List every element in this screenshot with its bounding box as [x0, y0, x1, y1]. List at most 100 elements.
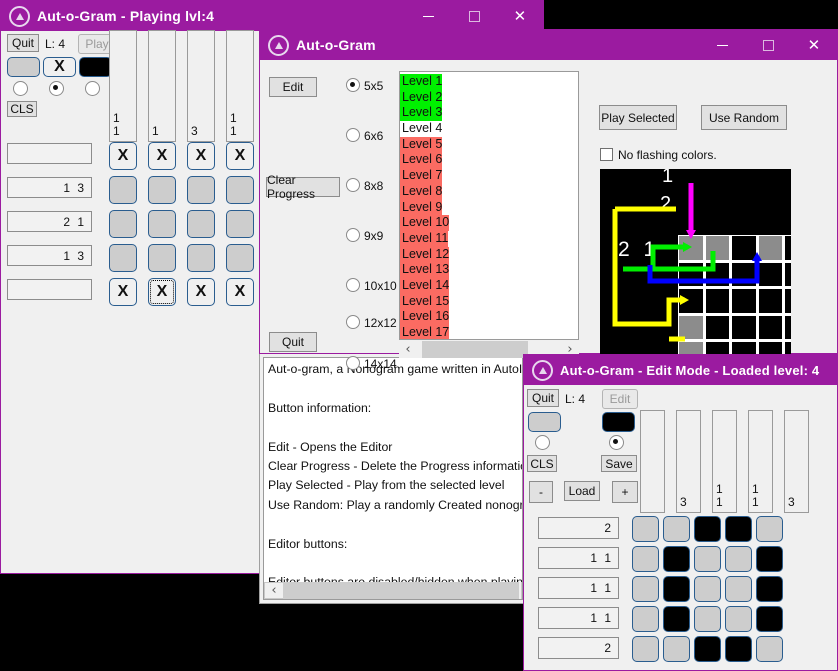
minus-button[interactable]: -: [529, 481, 553, 503]
scroll-left-icon[interactable]: ‹: [399, 342, 417, 357]
row-clue-input-1[interactable]: 1 1: [538, 547, 619, 569]
minimize-button[interactable]: [699, 30, 745, 60]
grid-cell-0-0[interactable]: [632, 516, 659, 542]
row-clue-input-3[interactable]: 1 3: [7, 245, 92, 266]
scroll-left-icon[interactable]: ‹: [265, 583, 283, 598]
help-scroll-thumb[interactable]: [283, 582, 519, 599]
cls-button[interactable]: CLS: [7, 101, 37, 117]
row-clue-input-0[interactable]: 2: [538, 517, 619, 539]
close-button[interactable]: ✕: [791, 30, 837, 60]
size-radio-14x14[interactable]: [346, 356, 360, 370]
titlebar-playing[interactable]: Aut-o-Gram - Playing lvl:4 ✕: [1, 1, 543, 31]
row-clue-input-2[interactable]: 1 1: [538, 577, 619, 599]
size-radio-10x10[interactable]: [346, 278, 360, 292]
grid-cell-3-0[interactable]: [109, 244, 137, 272]
grid-cell-0-3[interactable]: X: [226, 142, 254, 170]
x-swatch[interactable]: X: [43, 57, 76, 77]
grid-cell-4-4[interactable]: [756, 636, 783, 662]
grid-cell-4-1[interactable]: X: [148, 278, 176, 306]
grid-cell-2-2[interactable]: [187, 210, 215, 238]
grid-cell-0-2[interactable]: X: [187, 142, 215, 170]
black-swatch[interactable]: [79, 57, 112, 77]
grid-cell-3-4[interactable]: [756, 606, 783, 632]
grid-cell-0-3[interactable]: [725, 516, 752, 542]
grid-cell-1-1[interactable]: [148, 176, 176, 204]
row-clue-input-4[interactable]: 2: [538, 637, 619, 659]
play-selected-button[interactable]: Play Selected: [599, 105, 677, 130]
grid-cell-2-3[interactable]: [725, 576, 752, 602]
size-radio-12x12[interactable]: [346, 315, 360, 329]
grid-cell-1-3[interactable]: [226, 176, 254, 204]
grid-cell-3-1[interactable]: [148, 244, 176, 272]
draw-mode-radio-1[interactable]: [609, 435, 624, 450]
grid-cell-2-4[interactable]: [756, 576, 783, 602]
minimize-button[interactable]: [405, 1, 451, 31]
load-button[interactable]: Load: [564, 481, 600, 501]
grid-cell-4-1[interactable]: [663, 636, 690, 662]
plus-button[interactable]: +: [612, 481, 638, 503]
black-swatch[interactable]: [602, 412, 635, 432]
grid-cell-4-3[interactable]: [725, 636, 752, 662]
row-clue-input-4[interactable]: [7, 279, 92, 300]
titlebar-main[interactable]: Aut-o-Gram ✕: [260, 30, 837, 60]
grid-cell-1-0[interactable]: [632, 546, 659, 572]
grid-cell-3-1[interactable]: [663, 606, 690, 632]
grid-cell-0-4[interactable]: [756, 516, 783, 542]
level-listbox[interactable]: Level 1 Level 2 Level 3 Level 4 Level 5 Level…: [399, 71, 579, 340]
draw-mode-radio-0[interactable]: [535, 435, 550, 450]
grid-cell-2-1[interactable]: [148, 210, 176, 238]
size-radio-8x8[interactable]: [346, 178, 360, 192]
clear-progress-button[interactable]: Clear Progress: [266, 173, 340, 201]
maximize-button[interactable]: [745, 30, 791, 60]
grid-cell-4-2[interactable]: [694, 636, 721, 662]
size-radio-6x6[interactable]: [346, 128, 360, 142]
edit-button[interactable]: Edit: [269, 77, 317, 97]
row-clue-input-2[interactable]: 2 1: [7, 211, 92, 232]
level-item-17[interactable]: Level 17: [400, 325, 450, 339]
edit-button[interactable]: Edit: [602, 389, 638, 409]
draw-mode-radio-2[interactable]: [85, 81, 100, 96]
window-main[interactable]: Aut-o-Gram ✕ Edit Clear Progress Quit 5x5 6x…: [259, 29, 838, 371]
save-button[interactable]: Save: [601, 455, 637, 472]
draw-mode-radio-0[interactable]: [13, 81, 28, 96]
grid-cell-1-3[interactable]: [725, 546, 752, 572]
size-radio-9x9[interactable]: [346, 228, 360, 242]
maximize-button[interactable]: [451, 1, 497, 31]
row-clue-input-3[interactable]: 1 1: [538, 607, 619, 629]
quit-button[interactable]: Quit: [7, 34, 39, 52]
window-help[interactable]: Aut-o-gram, a Nonogram game written in A…: [259, 353, 527, 604]
help-hscrollbar[interactable]: ‹: [264, 582, 522, 599]
grid-cell-3-0[interactable]: [632, 606, 659, 632]
grid-cell-1-4[interactable]: [756, 546, 783, 572]
grid-cell-4-0[interactable]: [632, 636, 659, 662]
row-clue-input-1[interactable]: 1 3: [7, 177, 92, 198]
grid-cell-2-1[interactable]: [663, 576, 690, 602]
grid-cell-0-2[interactable]: [694, 516, 721, 542]
no-flashing-checkbox[interactable]: [600, 148, 613, 161]
grid-cell-2-3[interactable]: [226, 210, 254, 238]
quit-button[interactable]: Quit: [269, 332, 317, 352]
grey-swatch[interactable]: [528, 412, 561, 432]
grid-cell-2-0[interactable]: [632, 576, 659, 602]
grid-cell-1-2[interactable]: [187, 176, 215, 204]
grid-cell-1-0[interactable]: [109, 176, 137, 204]
grid-cell-0-1[interactable]: X: [148, 142, 176, 170]
help-textarea[interactable]: Aut-o-gram, a Nonogram game written in A…: [263, 357, 523, 600]
grid-cell-3-2[interactable]: [187, 244, 215, 272]
draw-mode-radio-1[interactable]: [49, 81, 64, 96]
grid-cell-4-3[interactable]: X: [226, 278, 254, 306]
titlebar-edit[interactable]: Aut-o-Gram - Edit Mode - Loaded level: 4: [524, 355, 837, 385]
grid-cell-3-3[interactable]: [226, 244, 254, 272]
window-edit-mode[interactable]: Aut-o-Gram - Edit Mode - Loaded level: 4…: [523, 354, 838, 671]
grey-swatch[interactable]: [7, 57, 40, 77]
grid-cell-4-0[interactable]: X: [109, 278, 137, 306]
size-radio-5x5[interactable]: [346, 78, 360, 92]
close-button[interactable]: ✕: [497, 1, 543, 31]
grid-cell-0-1[interactable]: [663, 516, 690, 542]
grid-cell-2-2[interactable]: [694, 576, 721, 602]
row-clue-input-0[interactable]: [7, 143, 92, 164]
grid-cell-1-1[interactable]: [663, 546, 690, 572]
grid-cell-3-3[interactable]: [725, 606, 752, 632]
grid-cell-1-2[interactable]: [694, 546, 721, 572]
cls-button[interactable]: CLS: [527, 455, 557, 472]
